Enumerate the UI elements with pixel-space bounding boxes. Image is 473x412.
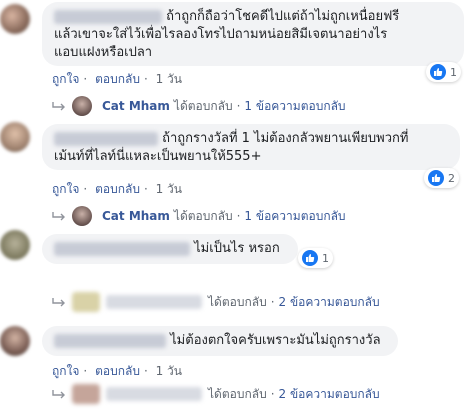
comment-text-line: ไม่เป็นไร หรอก: [194, 241, 280, 256]
author-name-blurred[interactable]: [54, 241, 190, 256]
reply-summary[interactable]: Cat Mham ได้ตอบกลับ · 1 ข้อความตอบกลับ: [52, 96, 346, 116]
avatar: [72, 96, 92, 116]
avatar[interactable]: [0, 4, 30, 34]
reply-action-text: ได้ตอบกลับ: [173, 98, 233, 113]
reaction-number: 1: [322, 251, 329, 265]
thumbs-up-icon: [302, 250, 318, 266]
like-link[interactable]: ถูกใจ: [52, 182, 79, 196]
comment-bubble: ถ้าถูกรางวัลที่ 1 ไม่ต้องกลัวพยานเพียบพว…: [42, 124, 460, 170]
comment-bubble: ไม่ต้องตกใจครับเพราะมันไม่ถูกรางวัล: [42, 326, 398, 356]
reply-summary[interactable]: Cat Mham ได้ตอบกลับ · 1 ข้อความตอบกลับ: [52, 206, 346, 226]
reaction-count[interactable]: 2: [424, 168, 459, 188]
comment-text-line: ไม่ต้องตกใจครับเพราะมันไม่ถูกรางวัล: [170, 333, 381, 348]
reply-count-link[interactable]: 2 ข้อความตอบกลับ: [279, 385, 380, 404]
timestamp[interactable]: 1 วัน: [156, 182, 182, 196]
reply-count-link[interactable]: 1 ข้อความตอบกลับ: [244, 97, 345, 116]
reaction-number: 2: [448, 171, 455, 185]
thumbs-up-icon: [428, 170, 444, 186]
comment-text-line: ถ้าถูกก็ถือว่าโชคดีไปแต่ถ้าไม่ถูกเหนื่อย…: [166, 9, 400, 24]
reply-action-text: ได้ตอบกลับ: [173, 208, 233, 223]
avatar: [72, 292, 100, 312]
reply-arrow-icon: [52, 102, 65, 111]
avatar[interactable]: [0, 326, 30, 356]
comment-text-line: แอบแฝงหรือเปลา: [54, 45, 153, 60]
like-link[interactable]: ถูกใจ: [52, 72, 79, 86]
reply-arrow-icon: [52, 390, 65, 399]
reply-arrow-icon: [52, 298, 65, 307]
comment-actions: ถูกใจ · ตอบกลับ · 1 วัน: [52, 364, 182, 378]
timestamp[interactable]: 1 วัน: [156, 364, 182, 378]
author-name-blurred[interactable]: [54, 9, 162, 24]
thumbs-up-icon: [430, 64, 446, 80]
reply-count-link[interactable]: 2 ข้อความตอบกลับ: [279, 293, 380, 312]
avatar: [72, 206, 92, 226]
reply-summary[interactable]: ได้ตอบกลับ · 2 ข้อความตอบกลับ: [52, 292, 380, 312]
reaction-number: 1: [450, 65, 457, 79]
avatar[interactable]: [0, 230, 30, 260]
comment-bubble: ไม่เป็นไร หรอก: [42, 234, 298, 264]
reaction-count[interactable]: 1: [426, 62, 461, 82]
avatar[interactable]: [0, 122, 30, 152]
reply-author-name[interactable]: Cat Mham: [102, 99, 170, 113]
author-name-blurred[interactable]: [54, 333, 166, 348]
reaction-count[interactable]: 1: [298, 248, 333, 268]
reply-link[interactable]: ตอบกลับ: [95, 182, 140, 196]
timestamp[interactable]: 1 วัน: [156, 72, 182, 86]
reply-author-blurred[interactable]: [106, 387, 202, 401]
comment-actions: ถูกใจ · ตอบกลับ · 1 วัน: [52, 72, 182, 86]
avatar: [72, 384, 100, 404]
like-link[interactable]: ถูกใจ: [52, 364, 79, 378]
reply-arrow-icon: [52, 212, 65, 221]
comment-text-line: ถ้าถูกรางวัลที่ 1 ไม่ต้องกลัวพยานเพียบพว…: [162, 131, 409, 146]
comment-text-line: เม้นท์ที่ไลท์นี่แหละเป็นพยานให้555+: [54, 149, 262, 164]
reply-author-name[interactable]: Cat Mham: [102, 209, 170, 223]
reply-link[interactable]: ตอบกลับ: [95, 364, 140, 378]
comment-text-line: แล้วเขาจะใส่ไว้เพื่อไรลองโทรไปถามหน่อยสิ…: [54, 27, 388, 42]
reply-author-blurred[interactable]: [106, 295, 202, 309]
comment-actions: ถูกใจ · ตอบกลับ · 1 วัน: [52, 182, 182, 196]
comment-bubble: ถ้าถูกก็ถือว่าโชคดีไปแต่ถ้าไม่ถูกเหนื่อย…: [42, 2, 464, 66]
reply-count-link[interactable]: 1 ข้อความตอบกลับ: [244, 207, 345, 226]
author-name-blurred[interactable]: [54, 131, 158, 146]
reply-action-text: ได้ตอบกลับ: [208, 386, 267, 401]
reply-summary[interactable]: ได้ตอบกลับ · 2 ข้อความตอบกลับ: [52, 384, 380, 404]
reply-action-text: ได้ตอบกลับ: [208, 294, 267, 309]
reply-link[interactable]: ตอบกลับ: [95, 72, 140, 86]
